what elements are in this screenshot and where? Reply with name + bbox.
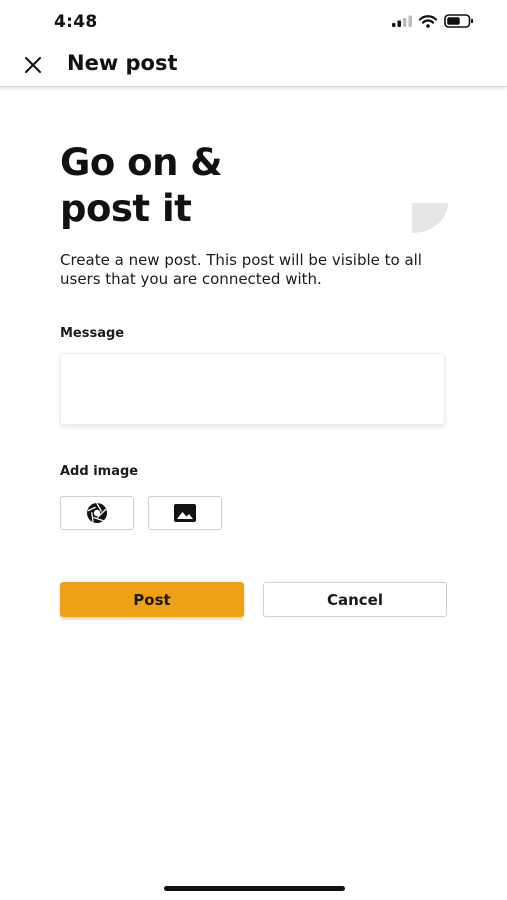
wifi-icon (419, 14, 437, 28)
message-input[interactable] (61, 354, 444, 424)
camera-icon (87, 502, 107, 523)
headline: Go on & post it (60, 140, 223, 232)
close-button[interactable] (20, 52, 46, 78)
decorative-quarter-shape (412, 203, 448, 233)
message-field[interactable] (60, 353, 445, 425)
cancel-button[interactable]: Cancel (263, 582, 447, 617)
add-image-label: Add image (60, 464, 139, 479)
signal-icon (392, 15, 412, 27)
headline-line-2: post it (60, 187, 192, 230)
nav-bar: New post (0, 42, 507, 87)
description-text: Create a new post. This post will be vis… (60, 251, 422, 288)
page-title: New post (67, 51, 178, 75)
gallery-icon (174, 504, 196, 522)
status-icons (392, 14, 474, 28)
gallery-button[interactable] (148, 496, 222, 530)
close-icon (25, 57, 41, 73)
battery-icon (444, 14, 473, 28)
home-indicator (164, 886, 345, 891)
message-label: Message (60, 326, 125, 341)
status-time: 4:48 (54, 12, 98, 32)
post-button[interactable]: Post (60, 582, 244, 617)
camera-button[interactable] (60, 496, 134, 530)
headline-line-1: Go on & (60, 141, 223, 184)
